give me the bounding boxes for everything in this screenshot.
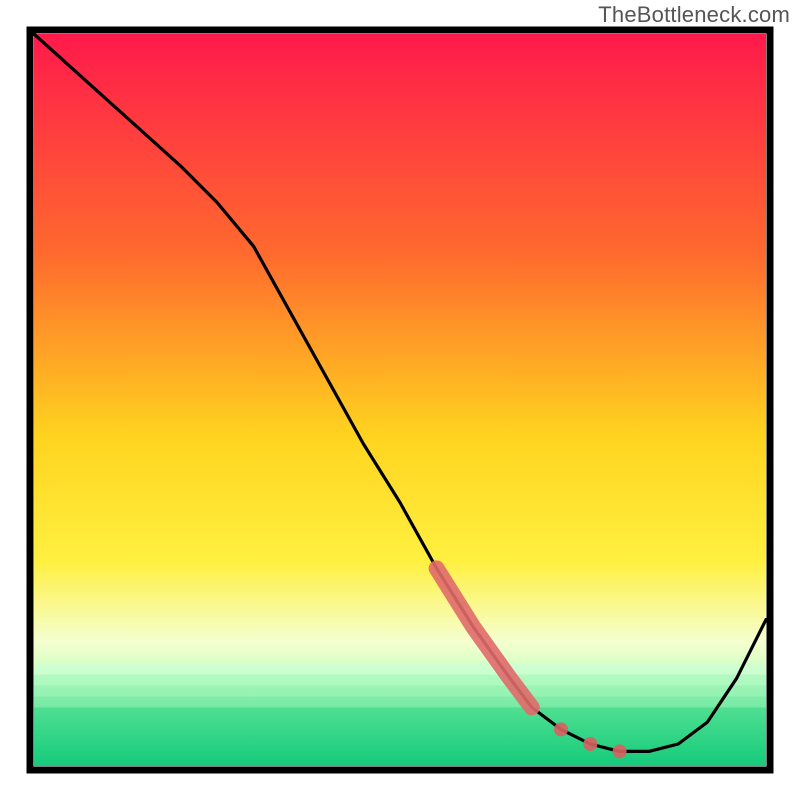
highlight-dot-0 <box>554 722 568 736</box>
bottleneck-chart <box>0 0 800 800</box>
highlight-dot-2 <box>613 744 627 758</box>
highlight-dot-1 <box>583 737 597 751</box>
watermark-text: TheBottleneck.com <box>598 2 790 28</box>
chart-container: TheBottleneck.com <box>0 0 800 800</box>
